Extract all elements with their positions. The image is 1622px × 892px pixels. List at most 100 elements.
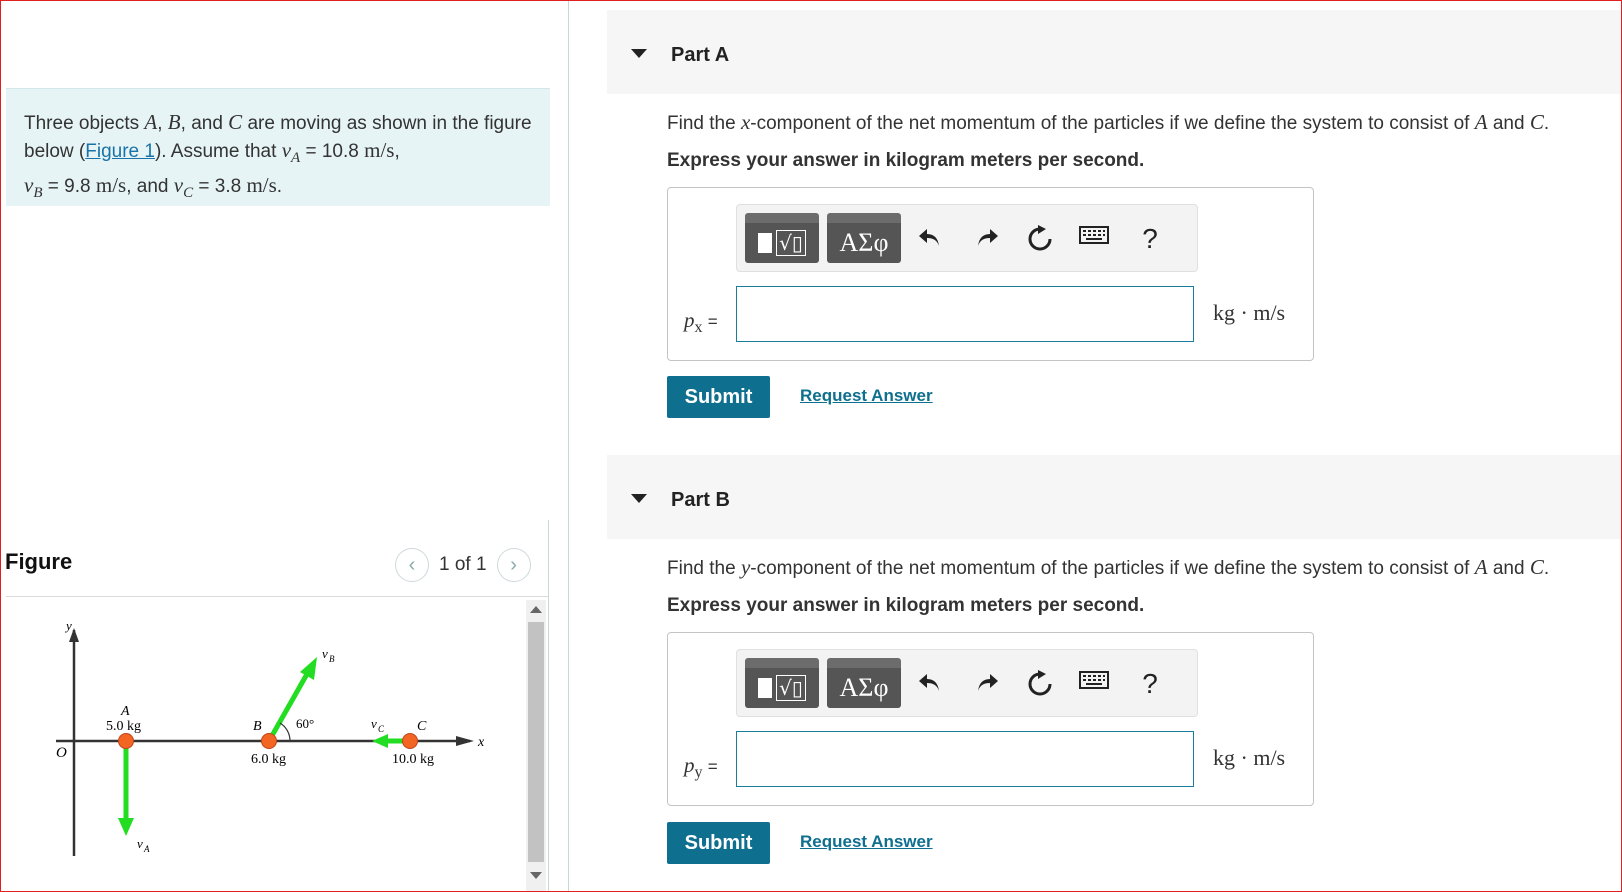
mass-c: 10.0 kg	[392, 752, 434, 767]
px-answer-input[interactable]	[736, 286, 1194, 342]
object-a-symbol: A	[1474, 110, 1488, 134]
question-post: -component of the net momentum of the pa…	[750, 558, 1470, 579]
panel-divider-lower	[548, 520, 549, 892]
keyboard-icon[interactable]	[1077, 664, 1111, 690]
vc-unit: m/s	[246, 172, 277, 197]
label-a: A	[120, 704, 130, 719]
vb-value: = 9.8	[47, 175, 91, 197]
object-a-symbol: A	[1474, 555, 1488, 579]
ball-b	[261, 733, 277, 749]
figure-scrollbar[interactable]	[526, 600, 546, 892]
undo-icon[interactable]	[913, 664, 947, 696]
x-axis-label: x	[477, 735, 485, 750]
angle-arc	[279, 722, 291, 742]
px-label: px =	[684, 308, 718, 337]
label-c: C	[417, 719, 427, 734]
scroll-down-arrow-icon[interactable]	[530, 872, 542, 879]
greek-letters-button[interactable]: ΑΣφ	[827, 658, 901, 708]
vb-subscript: B	[33, 184, 43, 201]
left-panel: Three objects A, B, and C are moving as …	[0, 0, 550, 892]
help-icon[interactable]: ?	[1133, 219, 1167, 259]
object-c-symbol: C	[1529, 110, 1544, 134]
vb-figure-label: v	[322, 646, 328, 661]
chevron-right-icon: ›	[510, 553, 517, 576]
component-variable: x	[740, 110, 751, 134]
ball-c	[402, 733, 418, 749]
scroll-thumb[interactable]	[528, 622, 544, 862]
py-answer-input[interactable]	[736, 731, 1194, 787]
va-figure-label: v	[137, 836, 143, 851]
part-b-header[interactable]: Part B	[607, 455, 1622, 539]
component-variable: y	[740, 555, 751, 579]
panel-divider	[568, 0, 569, 892]
redo-icon[interactable]	[970, 664, 1004, 696]
ball-a	[118, 733, 134, 749]
scroll-up-arrow-icon[interactable]	[530, 606, 542, 613]
part-a-request-answer-link[interactable]: Request Answer	[800, 386, 933, 406]
reset-icon[interactable]	[1023, 219, 1057, 253]
object-a-symbol: A	[144, 110, 158, 134]
label-b: B	[253, 719, 262, 734]
templates-button[interactable]: √▯	[745, 213, 819, 263]
and-text: and	[191, 113, 223, 134]
vc-subscript: C	[183, 184, 194, 201]
px-unit: kg · m/s	[1213, 300, 1286, 325]
va-value: = 10.8	[305, 141, 359, 162]
part-b-title: Part B	[671, 489, 730, 511]
vc-symbol: v	[173, 172, 184, 197]
question-post: -component of the net momentum of the pa…	[750, 113, 1470, 134]
prev-figure-button[interactable]: ‹	[395, 548, 429, 582]
period: .	[1543, 558, 1550, 579]
figure-separator	[6, 596, 548, 597]
templates-button[interactable]: √▯	[745, 658, 819, 708]
keyboard-icon[interactable]	[1077, 219, 1111, 245]
y-axis-label: y	[64, 620, 72, 633]
figure-title: Figure	[5, 549, 73, 574]
mass-b: 6.0 kg	[251, 752, 286, 767]
collapse-caret-icon[interactable]	[631, 494, 647, 503]
part-a-question: Find the x-component of the net momentum…	[667, 110, 1549, 135]
question-pre: Find the	[667, 558, 736, 579]
comma: ,	[394, 141, 400, 162]
help-icon[interactable]: ?	[1133, 664, 1167, 704]
and-text: and	[1492, 113, 1525, 134]
var-subscript: y	[694, 764, 703, 782]
collapse-caret-icon[interactable]	[631, 49, 647, 58]
va-unit: m/s	[364, 138, 395, 162]
question-pre: Find the	[667, 113, 736, 134]
comma: ,	[157, 113, 163, 134]
velocity-a-arrowhead	[118, 818, 134, 836]
mass-a: 5.0 kg	[106, 719, 141, 734]
equals-sign: =	[707, 757, 718, 776]
py-label: py =	[684, 753, 718, 782]
part-b-request-answer-link[interactable]: Request Answer	[800, 832, 933, 852]
part-a-header[interactable]: Part A	[607, 10, 1622, 94]
redo-icon[interactable]	[970, 219, 1004, 251]
period: .	[1543, 113, 1550, 134]
angle-label: 60°	[296, 716, 314, 731]
equation-toolbar: √▯ ΑΣφ ?	[736, 204, 1198, 272]
vb-symbol: v	[24, 172, 34, 197]
reset-icon[interactable]	[1023, 664, 1057, 698]
object-c-symbol: C	[1529, 555, 1544, 579]
problem-intro: Three objects A, B, and C are moving as …	[6, 88, 550, 206]
object-c-symbol: C	[228, 110, 243, 134]
undo-icon[interactable]	[913, 219, 947, 251]
va-symbol: v	[281, 138, 292, 162]
and-text: and	[1492, 558, 1525, 579]
period: .	[276, 175, 283, 197]
part-a-title: Part A	[671, 44, 730, 66]
greek-letters-button[interactable]: ΑΣφ	[827, 213, 901, 263]
part-a-submit-button[interactable]: Submit	[667, 376, 770, 418]
momentum-figure: y x O A 5.0 kg v A B 60° 6.0 kg v B C 10…	[56, 620, 485, 856]
next-figure-button[interactable]: ›	[496, 548, 531, 582]
va-figure-sub: A	[143, 844, 150, 854]
va-subscript: A	[291, 149, 301, 166]
origin-label: O	[56, 745, 67, 761]
part-b-submit-button[interactable]: Submit	[667, 822, 770, 864]
sqrt-icon: √▯	[776, 675, 806, 701]
templates-icon	[758, 678, 773, 698]
figure-link[interactable]: Figure 1	[85, 141, 155, 162]
object-b-symbol: B	[167, 110, 181, 134]
part-b-instruction: Express your answer in kilogram meters p…	[667, 595, 1145, 616]
